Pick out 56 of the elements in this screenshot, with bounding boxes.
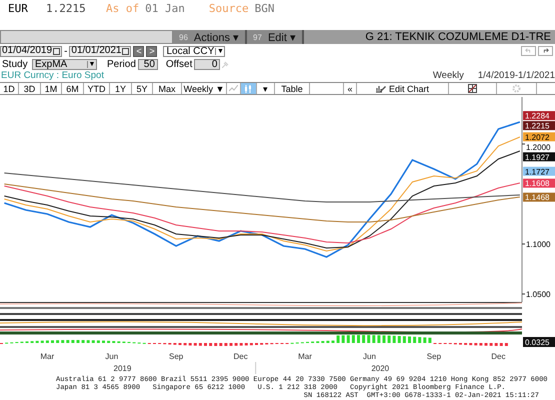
date-range: 1/4/2019-1/1/2021 — [478, 70, 555, 81]
chart-pencil-icon — [376, 84, 386, 93]
axis-label: Mar — [298, 352, 312, 361]
frequency-label: Weekly — [432, 70, 464, 81]
line-chart-icon — [229, 85, 238, 92]
price-tag: 1.2284 — [523, 111, 555, 121]
next-button[interactable]: > — [146, 46, 158, 56]
field-label: As of — [106, 2, 140, 15]
price-tag: 1.1927 — [523, 152, 555, 162]
previous-button[interactable]: < — [133, 46, 144, 56]
price-tag: 1.2215 — [523, 121, 555, 131]
menu-button[interactable]: 97 Edit ▾ — [247, 30, 304, 44]
end-date-field[interactable]: 01/01/2021 — [69, 46, 132, 56]
period-field[interactable]: 50 — [138, 58, 158, 70]
axis-label: Dec — [233, 352, 248, 361]
field-label: Offset — [166, 58, 192, 70]
toolbar-button[interactable]: Weekly ▼ — [182, 83, 227, 94]
axis-label: 1.1000 — [526, 240, 550, 249]
security-name: EUR Curncy : Euro Spot — [1, 70, 104, 81]
price-tag: 1.1727 — [523, 166, 555, 176]
offset-field[interactable]: 0 — [194, 58, 220, 70]
dropdown-value: Local CCY — [166, 46, 214, 56]
axis-label: Mar — [40, 352, 54, 361]
axis-label: Jun — [363, 352, 376, 361]
field-label: Source — [208, 2, 249, 15]
dropdown-value: ExpMA — [35, 58, 68, 70]
price-tag: 1.2072 — [523, 132, 555, 142]
price-value: 1.2215 — [46, 2, 87, 15]
source-value: BGN — [254, 2, 274, 15]
calendar-icon[interactable] — [53, 48, 60, 54]
grid-icon — [468, 84, 477, 93]
command-field[interactable] — [0, 30, 173, 44]
candlestick-icon — [244, 84, 253, 92]
axis-label: 1.0500 — [526, 290, 550, 299]
axis-label: 2020 — [371, 364, 390, 373]
axis-label: 1.2000 — [526, 142, 550, 152]
axis-label: Sep — [426, 352, 442, 361]
start-date-field[interactable]: 01/04/2019 — [0, 46, 62, 56]
axis-label: Sep — [169, 352, 184, 361]
axis-label: Jun — [105, 352, 118, 361]
axis-label: Dec — [491, 352, 506, 361]
chart-title: G 21: TEKNIK COZUMLEME D1-TRE — [364, 30, 552, 44]
price-tag: 1.1608 — [523, 178, 555, 188]
pin-icon[interactable] — [222, 60, 230, 68]
ticker: EUR — [8, 2, 29, 15]
value-tag: 0.0325 — [523, 337, 555, 347]
menu-button[interactable]: 96 Actions ▾ — [173, 30, 248, 44]
axis-label: 2019 — [114, 364, 132, 373]
redo-icon[interactable] — [538, 46, 553, 56]
as-of-date: 01 Jan — [145, 2, 185, 15]
calendar-icon[interactable] — [122, 48, 130, 54]
date-separator: - — [64, 46, 68, 56]
settings-icon — [512, 84, 521, 93]
field-label: Study — [2, 58, 29, 70]
price-tag: 1.1468 — [523, 192, 555, 202]
field-label: Period — [107, 58, 136, 70]
